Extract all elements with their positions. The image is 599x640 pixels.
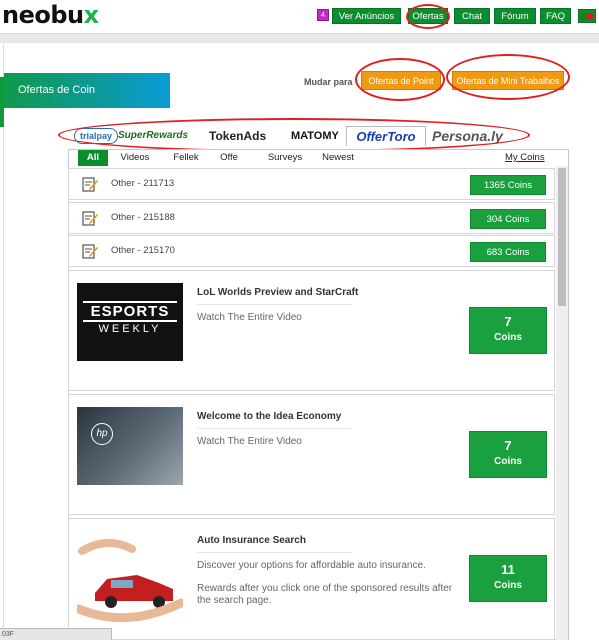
my-coins-link[interactable]: My Coins [505, 152, 545, 163]
coin-value: 7 [504, 438, 512, 453]
offer-list-scrollbar[interactable] [556, 166, 568, 640]
card-title: LoL Worlds Preview and StarCraft [197, 287, 359, 298]
offer-row-label: Other - 211713 [111, 178, 175, 189]
coin-unit: Coins [494, 580, 522, 591]
survey-icon [82, 244, 98, 259]
filter-tab-all[interactable]: All [78, 150, 108, 166]
hp-logo-icon: hp [91, 423, 113, 445]
coin-value: 11 [501, 562, 515, 577]
browser-status-bar: 03F [0, 628, 112, 640]
mudar-para-label: Mudar para [304, 77, 353, 87]
video-offer-card: hp Welcome to the Idea Economy Watch The… [68, 394, 555, 515]
highlight-ring-ofertas [406, 4, 450, 29]
card-title: Welcome to the Idea Economy [197, 411, 342, 422]
card-description: Discover your options for affordable aut… [197, 560, 426, 571]
offer-row: Other - 215188 304 Coins [68, 202, 555, 234]
thumb-esports-text: ESPORTS [83, 301, 177, 322]
offer-coins-button[interactable]: 304 Coins [470, 209, 546, 229]
highlight-ring-partners [58, 118, 530, 152]
claim-coins-button[interactable]: 11 Coins [469, 555, 547, 602]
filter-tab-fellek[interactable]: Fellek [166, 150, 206, 166]
card-divider [197, 552, 351, 553]
coin-unit: Coins [494, 456, 522, 467]
offer-filter-bar: All Videos Fellek Offe Surveys Newest [70, 150, 554, 166]
neobux-logo[interactable]: neobux [2, 1, 99, 29]
offer-row-label: Other - 215188 [111, 212, 175, 223]
card-description: Watch The Entire Video [197, 312, 302, 323]
claim-coins-button[interactable]: 7 Coins [469, 307, 547, 354]
card-divider [197, 304, 351, 305]
nav-ver-anuncios-button[interactable]: Ver Anúncios [332, 8, 401, 24]
filter-tab-surveys[interactable]: Surveys [264, 150, 306, 166]
offer-row: Other - 211713 1365 Coins [68, 168, 555, 200]
coin-value: 7 [504, 314, 512, 329]
card-title: Auto Insurance Search [197, 535, 306, 546]
insurance-offer-card: Auto Insurance Search Discover your opti… [68, 518, 555, 640]
highlight-ring-point [355, 58, 445, 101]
nav-forum-button[interactable]: Fórum [494, 8, 536, 24]
car-in-hands-icon [74, 539, 186, 623]
survey-icon [82, 211, 98, 226]
header-divider [0, 33, 599, 43]
claim-coins-button[interactable]: 7 Coins [469, 431, 547, 478]
card-divider [197, 428, 351, 429]
offer-coins-button[interactable]: 1365 Coins [470, 175, 546, 195]
filter-tab-videos[interactable]: Videos [114, 150, 156, 166]
car-insurance-thumbnail[interactable] [74, 531, 186, 631]
offer-coins-button[interactable]: 683 Coins [470, 242, 546, 262]
survey-icon [82, 177, 98, 192]
coin-unit: Coins [494, 332, 522, 343]
offer-row: Other - 215170 683 Coins [68, 235, 555, 267]
notification-badge[interactable]: 4 [317, 9, 329, 21]
filter-tab-newest[interactable]: Newest [316, 150, 360, 166]
language-flag-icon[interactable] [578, 9, 596, 23]
scrollbar-thumb[interactable] [558, 168, 566, 306]
offer-row-label: Other - 215170 [111, 245, 175, 256]
thumb-weekly-text: WEEKLY [98, 323, 162, 335]
idea-economy-thumbnail[interactable]: hp [77, 407, 183, 485]
esports-thumbnail[interactable]: ESPORTS WEEKLY [77, 283, 183, 361]
card-description: Watch The Entire Video [197, 436, 302, 447]
filter-tab-offe[interactable]: Offe [212, 150, 246, 166]
card-note: Rewards after you click one of the spons… [197, 583, 453, 606]
video-offer-card: ESPORTS WEEKLY LoL Worlds Preview and St… [68, 270, 555, 391]
nav-faq-button[interactable]: FAQ [540, 8, 571, 24]
highlight-ring-mini [446, 54, 570, 100]
ofertas-de-coin-tab[interactable]: Ofertas de Coin [4, 73, 170, 108]
nav-chat-button[interactable]: Chat [454, 8, 490, 24]
